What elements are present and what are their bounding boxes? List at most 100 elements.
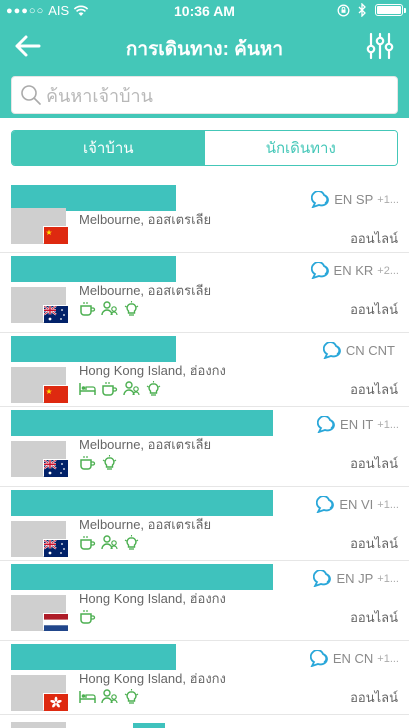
search-bar[interactable] [11,76,398,114]
amenity-icons [79,381,162,396]
host-location: Hong Kong Island, ฮ่องกง [79,591,226,606]
amenity-icons [79,535,140,550]
lightbulb-icon [124,301,139,316]
australia-flag [43,459,68,477]
more-languages: +2... [377,264,399,277]
host-location: Melbourne, ออสเตรเลีย [79,212,212,227]
host-languages: EN CN +1... [309,650,399,667]
language-speech-icon [309,650,328,667]
netherlands-flag [43,613,68,631]
language-speech-icon [322,342,341,359]
status-bar: ●●●○○ AIS 10:36 AM [0,0,409,22]
australia-flag [43,305,68,323]
host-languages: EN JP +1... [313,570,399,587]
lightbulb-icon [124,689,139,704]
partial-next-row [0,720,409,728]
language-speech-icon [311,191,330,208]
more-languages: +1... [377,652,399,665]
filter-sliders-button[interactable] [365,30,395,62]
host-name-redacted [11,490,273,516]
host-name-redacted [11,256,176,282]
language-codes: EN VI [339,497,374,512]
australia-flag [43,539,68,557]
guide-icon [101,689,118,704]
host-name-redacted [11,410,273,436]
host-name-redacted [11,644,176,670]
coffee-icon [80,456,96,470]
bed-icon [79,691,96,703]
battery-icon [375,4,406,16]
tab-hosts[interactable]: เจ้าบ้าน [12,131,205,165]
more-languages: +1... [377,418,399,431]
host-name-redacted [11,564,273,590]
host-row[interactable]: Hong Kong Island, ฮ่องกง EN CN +1... ออนไลน… [0,641,409,715]
online-status: ออนไลน์ [350,302,398,317]
hongkong-flag [43,693,68,711]
bed-icon [79,383,96,395]
host-languages: CN CNT [322,342,399,359]
language-codes: CN CNT [345,343,395,358]
host-location: Hong Kong Island, ฮ่องกง [79,671,226,686]
online-status: ออนไลน์ [350,690,398,705]
host-row[interactable]: Melbourne, ออสเตรเลีย EN SP +1... ออนไลน์ [0,182,409,253]
host-languages: EN KR +2... [310,262,399,279]
language-codes: EN KR [333,263,374,278]
online-status: ออนไลน์ [350,382,398,397]
language-speech-icon [310,262,329,279]
coffee-icon [80,610,96,624]
language-codes: EN IT [340,417,374,432]
back-arrow-button[interactable] [12,30,44,62]
more-languages: +1... [377,498,399,511]
online-status: ออนไลน์ [350,536,398,551]
language-codes: EN SP [334,192,374,207]
online-status: ออนไลน์ [350,231,398,246]
host-list: Melbourne, ออสเตรเลีย EN SP +1... ออนไลน์ Me… [0,182,409,715]
host-row[interactable]: Hong Kong Island, ฮ่องกง CN CNT ออนไลน์ [0,333,409,407]
host-row[interactable]: Melbourne, ออสเตรเลีย EN VI +1... ออนไลน์ [0,487,409,561]
lightbulb-icon [124,535,139,550]
lightbulb-icon [146,381,161,396]
host-languages: EN VI +1... [316,496,399,513]
language-codes: EN CN [332,651,374,666]
china-flag [43,226,68,244]
host-location: Melbourne, ออสเตรเลีย [79,517,212,532]
language-speech-icon [317,416,335,433]
host-languages: EN SP +1... [311,191,399,208]
more-languages: +1... [377,193,399,206]
host-location: Melbourne, ออสเตรเลีย [79,437,212,452]
tab-travelers[interactable]: นักเดินทาง [204,131,397,165]
online-status: ออนไลน์ [350,610,398,625]
lightbulb-icon [102,455,117,470]
guide-icon [101,535,118,550]
guide-icon [101,301,118,316]
page-title: การเดินทาง: ค้นหา [125,39,284,60]
search-input[interactable] [46,81,386,111]
host-name-redacted [11,336,176,362]
host-row[interactable]: Hong Kong Island, ฮ่องกง EN JP +1... ออนไลน… [0,561,409,641]
more-languages: +1... [377,572,399,585]
online-status: ออนไลน์ [350,456,398,471]
host-location: Hong Kong Island, ฮ่องกง [79,363,226,378]
navigation-bar: การเดินทาง: ค้นหา [0,22,409,70]
host-row[interactable]: Melbourne, ออสเตรเลีย EN IT +1... ออนไลน์ [0,407,409,487]
host-location: Melbourne, ออสเตรเลีย [79,283,212,298]
host-languages: EN IT +1... [317,416,399,433]
coffee-icon [102,382,118,396]
app-header: ●●●○○ AIS 10:36 AM การเดินทาง: ค้นหา ค้น… [0,0,409,118]
rotation-lock-icon [337,4,350,16]
china-flag [43,385,68,403]
language-speech-icon [316,496,335,513]
host-row[interactable]: Melbourne, ออสเตรเลีย EN KR +2... ออนไลน์ [0,253,409,333]
bluetooth-icon [358,3,366,17]
search-icon [21,85,41,105]
coffee-icon [80,536,96,550]
guide-icon [123,381,140,396]
coffee-icon [80,302,96,316]
amenity-icons [79,301,140,316]
language-speech-icon [313,570,332,587]
host-traveler-segmented-control: เจ้าบ้าน นักเดินทาง [11,130,398,166]
amenity-icons [79,609,96,624]
amenity-icons [79,689,140,704]
amenity-icons [79,455,118,470]
language-codes: EN JP [336,571,374,586]
